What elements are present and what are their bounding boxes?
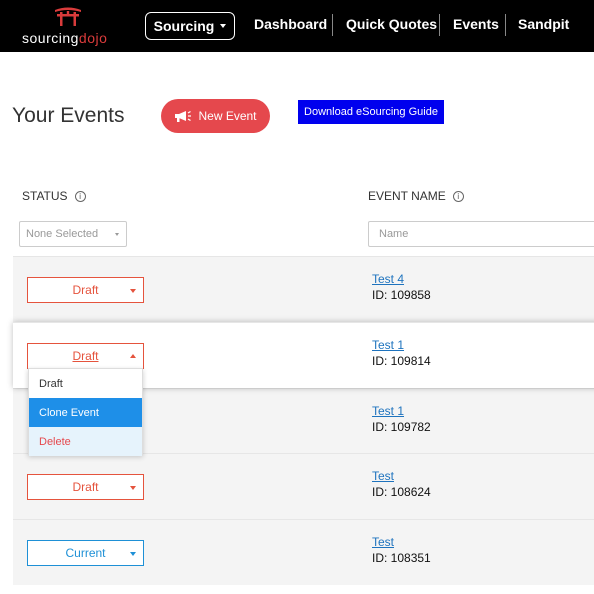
info-icon[interactable]: i [452, 190, 464, 202]
info-icon[interactable]: i [74, 190, 86, 202]
event-name-link[interactable]: Test 1 [372, 338, 404, 352]
chevron-down-icon [130, 486, 136, 490]
page-title: Your Events [12, 104, 125, 127]
status-filter-select[interactable]: None Selected [19, 221, 127, 247]
nav-divider [505, 14, 506, 36]
status-dropdown-label: Draft [72, 349, 99, 363]
event-row: Current Test ID: 108351 [13, 519, 594, 585]
status-dropdown[interactable]: Draft [27, 343, 144, 369]
event-name-link[interactable]: Test [372, 535, 394, 549]
chevron-down-icon [115, 233, 119, 236]
brand-logo[interactable]: sourcingdojo [22, 6, 114, 48]
event-id: ID: 109858 [372, 288, 431, 302]
event-id: ID: 109782 [372, 420, 431, 434]
nav-link-sandpit[interactable]: Sandpit [518, 16, 569, 32]
status-dropdown-label: Draft [72, 480, 99, 494]
status-dropdown-label: Draft [72, 283, 99, 297]
status-column-header: STATUS i [22, 189, 86, 203]
new-event-button[interactable]: New Event [161, 99, 270, 133]
nav-link-events[interactable]: Events [453, 16, 499, 32]
menu-item-draft[interactable]: Draft [29, 369, 142, 398]
nav-divider [332, 14, 333, 36]
brand-name-part2: dojo [78, 30, 108, 46]
chevron-down-icon [130, 552, 136, 556]
chevron-up-icon [130, 354, 136, 358]
menu-item-delete[interactable]: Delete [29, 427, 142, 456]
status-dropdown[interactable]: Draft [27, 474, 144, 500]
status-action-menu: Draft Clone Event Delete [28, 368, 143, 456]
nav-sourcing-label: Sourcing [153, 18, 215, 34]
chevron-down-icon [220, 24, 227, 28]
brand-name: sourcingdojo [22, 30, 107, 46]
chevron-down-icon [130, 289, 136, 293]
megaphone-icon [175, 110, 192, 122]
top-navbar: sourcingdojo Sourcing Dashboard Quick Qu… [0, 0, 594, 52]
status-dropdown-label: Current [65, 546, 106, 560]
status-dropdown[interactable]: Current [27, 540, 144, 566]
event-name-link[interactable]: Test 4 [372, 272, 404, 286]
nav-link-quick-quotes[interactable]: Quick Quotes [346, 16, 437, 32]
event-row: Draft Test ID: 108624 [13, 453, 594, 519]
event-name-column-label: EVENT NAME [368, 189, 446, 203]
event-id: ID: 108624 [372, 485, 431, 499]
event-name-column-header: EVENT NAME i [368, 189, 464, 203]
nav-divider [439, 14, 440, 36]
status-column-label: STATUS [22, 189, 68, 203]
nav-link-dashboard[interactable]: Dashboard [254, 16, 327, 32]
torii-gate-icon [55, 7, 81, 26]
event-name-link[interactable]: Test 1 [372, 404, 404, 418]
status-dropdown[interactable]: Draft [27, 277, 144, 303]
event-id: ID: 109814 [372, 354, 431, 368]
name-filter-input[interactable] [368, 221, 594, 247]
status-filter-value: None Selected [26, 228, 99, 240]
event-name-link[interactable]: Test [372, 469, 394, 483]
event-row: Draft Test 4 ID: 109858 [13, 256, 594, 322]
event-id: ID: 108351 [372, 551, 431, 565]
new-event-label: New Event [198, 109, 257, 123]
brand-name-part1: sourcing [22, 30, 79, 46]
nav-sourcing-dropdown[interactable]: Sourcing [145, 12, 235, 40]
menu-item-clone-event[interactable]: Clone Event [29, 398, 142, 427]
download-guide-button[interactable]: Download eSourcing Guide [298, 100, 444, 124]
